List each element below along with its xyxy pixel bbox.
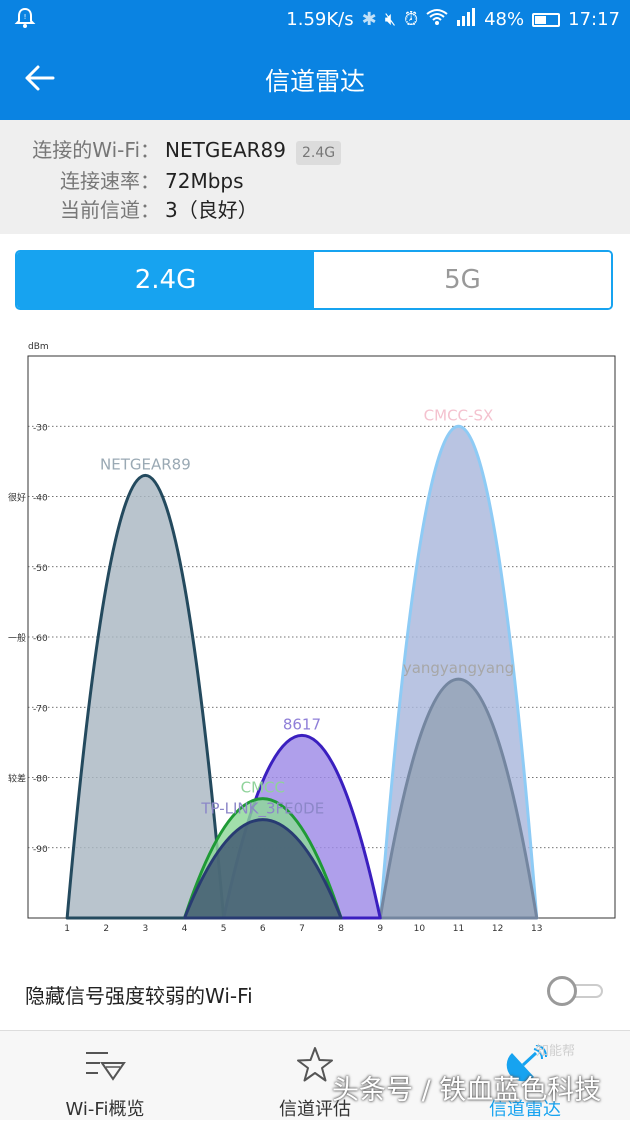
x-tick-label: 7 (299, 924, 305, 934)
x-tick-label: 11 (453, 924, 464, 934)
svg-text:!: ! (24, 13, 27, 21)
hide-weak-toggle[interactable] (547, 976, 605, 1006)
speed-label: 连接速率： (60, 169, 160, 193)
x-tick-label: 3 (143, 924, 149, 934)
battery-icon (532, 12, 561, 27)
network-label: TP-LINK_3FE0DE (200, 800, 324, 819)
notification-icon: ! (14, 7, 36, 34)
hide-weak-label: 隐藏信号强度较弱的Wi-Fi (25, 984, 253, 1008)
x-tick-label: 9 (377, 924, 383, 934)
corner-watermark: 知能帮 (536, 1044, 576, 1059)
y-tick-label: -50 (33, 564, 48, 574)
y-tick-label: -70 (33, 704, 48, 714)
network-label: CMCC (241, 779, 285, 797)
bluetooth-icon: ✱ (361, 9, 377, 30)
alarm-icon: ⏰︎ (404, 9, 419, 30)
x-tick-label: 13 (531, 924, 542, 934)
x-tick-label: 4 (182, 924, 188, 934)
wifi-label: 连接的Wi-Fi： (32, 138, 160, 162)
network-label: 8617 (283, 715, 321, 733)
status-icons: 1.59K/s ✱ 🔇︎ ⏰︎ 48% 17:17 (286, 8, 620, 31)
tab-2-4g[interactable]: 2.4G (17, 252, 314, 308)
channel-value: 3（良好） (165, 198, 258, 222)
x-tick-label: 6 (260, 924, 266, 934)
wifi-value: NETGEAR89 2.4G (165, 136, 342, 165)
y-unit-label: dBm (28, 342, 49, 352)
y-tick-label: -30 (33, 423, 48, 433)
x-tick-label: 1 (64, 924, 70, 934)
hide-weak-row: 隐藏信号强度较弱的Wi-Fi (0, 962, 630, 1026)
quality-label: 一般 (8, 632, 26, 644)
x-tick-label: 2 (103, 924, 109, 934)
tab-5g[interactable]: 5G (314, 252, 611, 308)
wifi-name: NETGEAR89 (165, 138, 286, 162)
band-tabs: 2.4G 5G (15, 250, 613, 310)
network-label: CMCC-SX (424, 406, 494, 424)
x-tick-label: 8 (338, 924, 344, 934)
page-title: 信道雷达 (264, 67, 365, 96)
quality-label: 较差 (8, 773, 26, 785)
clock: 17:17 (568, 9, 620, 30)
nav-wifi-overview[interactable]: Wi-Fi概览 (0, 1031, 210, 1121)
watermark-text: 头条号 / 铁血蓝色科技 (332, 1075, 602, 1106)
x-tick-label: 5 (221, 924, 227, 934)
app-bar: 信道雷达 (0, 38, 630, 120)
quality-label: 很好 (8, 492, 26, 504)
wifi-band-badge: 2.4G (295, 141, 342, 165)
wifi-overview-icon (86, 1052, 126, 1081)
channel-label: 当前信道： (60, 198, 160, 222)
nav-wifi-overview-label: Wi-Fi概览 (65, 1099, 145, 1120)
mute-icon: 🔇︎ (384, 9, 397, 30)
y-tick-label: -90 (33, 845, 48, 855)
speed-value: 72Mbps (165, 169, 244, 193)
channel-radar-chart: CMCC-SXyangyangyangNETGEAR898617CMCCTP-L… (8, 342, 616, 934)
x-tick-label: 10 (414, 924, 426, 934)
connection-info: 连接的Wi-Fi： NETGEAR89 2.4G 连接速率： 72Mbps 当前信… (0, 120, 630, 234)
cell-signal-icon (456, 8, 476, 31)
y-tick-label: -60 (33, 634, 48, 644)
y-tick-label: -40 (33, 494, 48, 504)
wifi-signal-icon (426, 8, 448, 31)
network-speed: 1.59K/s (286, 9, 354, 30)
status-bar: ! 1.59K/s ✱ 🔇︎ ⏰︎ 48% 17:17 (0, 0, 630, 38)
network-label: NETGEAR89 (100, 455, 191, 473)
network-label: yangyangyang (403, 659, 514, 677)
battery-percent: 48% (484, 9, 525, 30)
toggle-knob (547, 976, 577, 1006)
battery-level (535, 15, 546, 24)
x-tick-label: 12 (492, 924, 503, 934)
y-tick-label: -80 (33, 775, 48, 785)
